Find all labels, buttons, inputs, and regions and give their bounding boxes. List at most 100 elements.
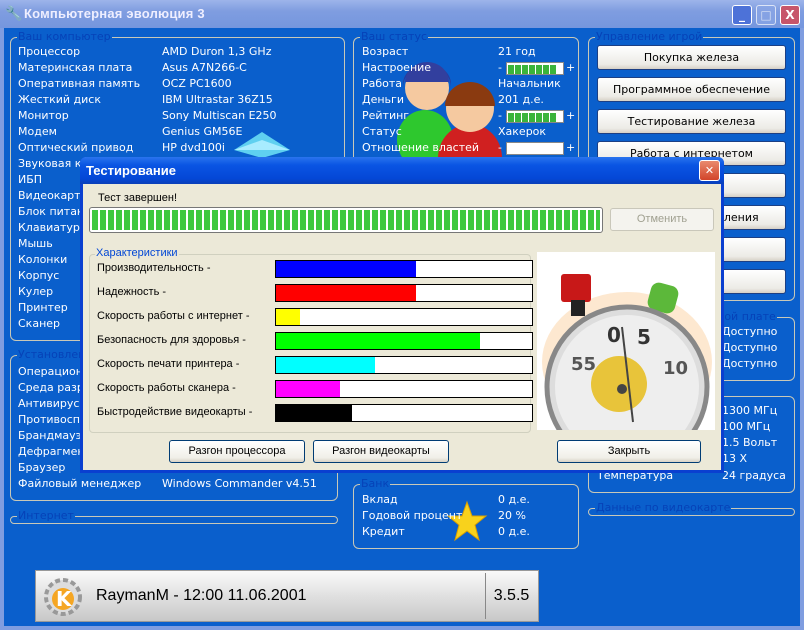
level-segment: [543, 65, 549, 74]
metric-bar: [275, 308, 533, 326]
dialog-titlebar[interactable]: Тестирование ✕: [80, 157, 724, 184]
metric-bar-fill: [276, 381, 340, 397]
svg-text:K: K: [56, 587, 73, 611]
authorities-decrease-button[interactable]: -: [498, 141, 502, 155]
money-value: 201 д.е.: [498, 93, 544, 106]
computer-item-label: Сканер: [18, 317, 61, 330]
computer-item-label: Клавиатура: [18, 221, 87, 234]
computer-item-label: Оптический привод: [18, 141, 134, 154]
game-button[interactable]: Покупка железа: [597, 45, 786, 70]
level-segment: [536, 65, 542, 74]
metric-label: Надежность -: [97, 286, 167, 298]
characteristics-title: Характеристики: [95, 247, 179, 259]
authorities-label: Отношение властей: [362, 141, 480, 154]
test-message: Тест завершен!: [98, 192, 178, 204]
metric-bar: [275, 404, 533, 422]
internet-group: Интернет: [10, 509, 338, 524]
cancel-button[interactable]: Отменить: [610, 208, 714, 231]
metric-bar-fill: [276, 405, 352, 421]
maximize-button[interactable]: □: [756, 5, 776, 25]
computer-item-value: Asus A7N266-C: [162, 61, 247, 74]
mb-value: Доступно: [722, 325, 778, 338]
stopwatch-image: 0 5 55 10: [537, 252, 715, 430]
computer-item-label: Жесткий диск: [18, 93, 101, 106]
status-group-title: Ваш статус: [360, 30, 429, 44]
mood-decrease-button[interactable]: -: [498, 61, 502, 75]
level-segment: [508, 113, 514, 122]
software-item-label: Файловый менеджер: [18, 477, 142, 490]
level-segment: [522, 65, 528, 74]
software-item-value: Windows Commander v4.51: [162, 477, 317, 490]
rating-decrease-button[interactable]: -: [498, 109, 502, 123]
computer-item-label: ИБП: [18, 173, 43, 186]
authorities-increase-button[interactable]: +: [566, 141, 575, 155]
metric-bar: [275, 356, 533, 374]
level-segment: [529, 65, 535, 74]
dialog-close-button[interactable]: ✕: [699, 160, 720, 181]
overclock-gpu-button[interactable]: Разгон видеокарты: [313, 440, 449, 463]
metric-bar: [275, 284, 533, 302]
close-button[interactable]: Закрыть: [557, 440, 701, 463]
level-segment: [550, 65, 556, 74]
authorities-level-bar: [506, 142, 564, 155]
mood-increase-button[interactable]: +: [566, 61, 575, 75]
status-label: Статус: [362, 125, 402, 138]
computer-item-label: Мышь: [18, 237, 53, 250]
status-text: RaymanM - 12:00 11.06.2001: [96, 587, 307, 604]
mood-level-bar: [506, 62, 564, 75]
money-label: Деньги: [362, 93, 404, 106]
computer-item-label: Кулер: [18, 285, 54, 298]
computer-item-value: Sony Multiscan E250: [162, 109, 277, 122]
overclock-cpu-button[interactable]: Разгон процессора: [169, 440, 305, 463]
credit-label: Кредит: [362, 525, 405, 538]
level-segment: [529, 113, 535, 122]
computer-item-label: Колонки: [18, 253, 68, 266]
bank-group-title: Банк: [360, 477, 391, 491]
svg-text:55: 55: [571, 354, 596, 375]
metric-bar-fill: [276, 309, 301, 325]
mb-value: Доступно: [722, 341, 778, 354]
rating-label: Рейтинг: [362, 109, 410, 122]
characteristics-group: Характеристики Производительность - Надеж…: [89, 247, 533, 433]
rating-level-bar: [506, 110, 564, 123]
game-control-title: Управление игрой: [595, 30, 704, 44]
metric-bar-fill: [276, 285, 416, 301]
level-segment: [515, 65, 521, 74]
minimize-button[interactable]: _: [732, 5, 752, 25]
level-segment: [522, 113, 528, 122]
computer-item-label: Материнская плата: [18, 61, 133, 74]
bus-frequency: 100 МГц: [722, 420, 771, 433]
game-button[interactable]: Тестирование железа: [597, 109, 786, 134]
job-label: Работа: [362, 77, 403, 90]
status-value: Хакерок: [498, 125, 547, 138]
level-segment: [536, 113, 542, 122]
svg-text:5: 5: [637, 325, 651, 349]
software-item-label: Браузер: [18, 461, 66, 474]
computer-item-value: Genius GM56E: [162, 125, 243, 138]
cpu-frequency: 1300 МГц: [722, 404, 778, 417]
statusbar: K RaymanM - 12:00 11.06.2001 3.5.5: [35, 570, 539, 622]
computer-item-label: Корпус: [18, 269, 60, 282]
computer-item-value: OCZ PC1600: [162, 77, 232, 90]
rating-increase-button[interactable]: +: [566, 109, 575, 123]
computer-item-value: AMD Duron 1,3 GHz: [162, 45, 272, 58]
game-button[interactable]: Программное обеспечение: [597, 77, 786, 102]
metric-bar: [275, 332, 533, 350]
app-titlebar: 🔧 Компьютерная эволюция 3 _ □ X: [0, 0, 804, 28]
computer-item-label: Процессор: [18, 45, 81, 58]
metric-bar: [275, 260, 533, 278]
metric-label: Скорость печати принтера -: [97, 358, 240, 370]
mood-label: Настроение: [362, 61, 432, 74]
job-value: Начальник: [498, 77, 561, 90]
computer-item-value: HP dvd100i: [162, 141, 225, 154]
metric-label: Скорость работы с интернет -: [97, 310, 250, 322]
kde-logo-icon: K: [44, 578, 82, 616]
temp-value: 24 градуса: [722, 469, 786, 482]
version-label: 3.5.5: [485, 573, 537, 619]
close-app-button[interactable]: X: [780, 5, 800, 25]
computer-item-label: Видеокарта: [18, 189, 88, 202]
svg-text:0: 0: [607, 323, 621, 347]
metric-label: Безопасность для здоровья -: [97, 334, 246, 346]
app-title: Компьютерная эволюция 3: [24, 6, 205, 21]
computer-item-label: Оперативная память: [18, 77, 141, 90]
